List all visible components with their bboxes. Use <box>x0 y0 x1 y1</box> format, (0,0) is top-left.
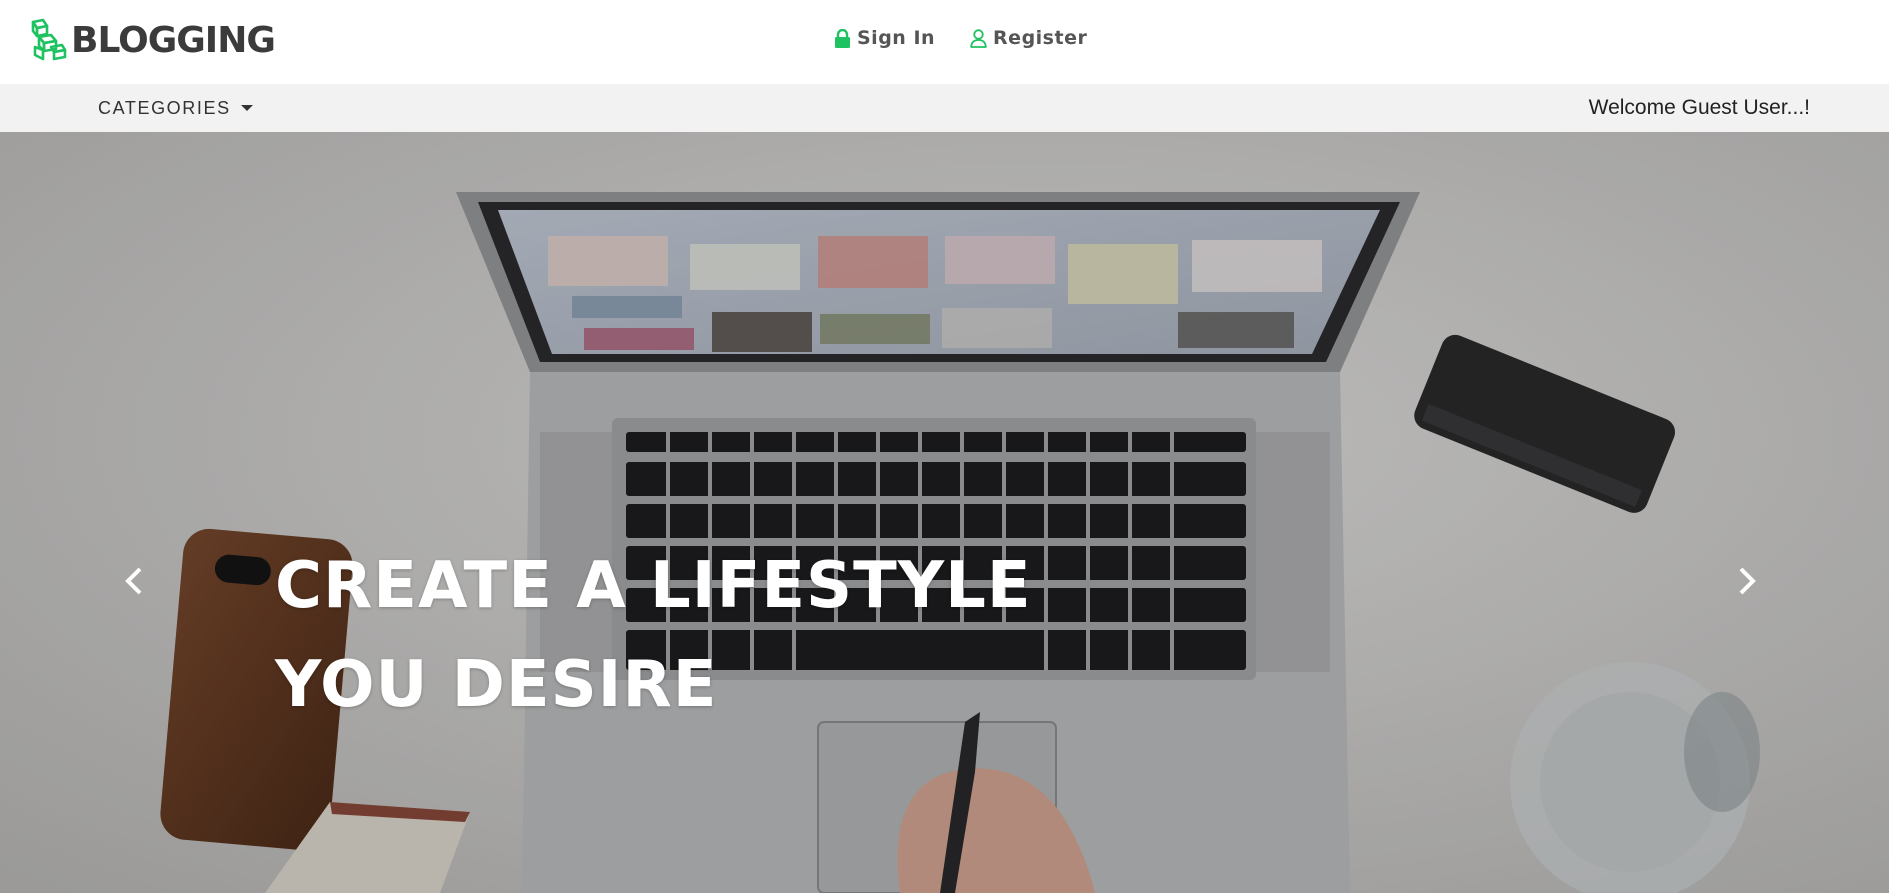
hero-dark-overlay <box>0 132 1889 893</box>
register-label: Register <box>993 27 1088 49</box>
sign-in-label: Sign In <box>857 27 936 49</box>
welcome-message: Welcome Guest User...! <box>1588 96 1810 119</box>
sign-in-link[interactable]: Sign In <box>834 27 935 49</box>
caret-down-icon <box>240 105 253 111</box>
carousel-prev-button[interactable] <box>114 556 154 606</box>
user-icon <box>970 28 987 48</box>
logo-text: BLOGGING <box>71 19 276 61</box>
register-link[interactable]: Register <box>970 27 1087 49</box>
category-bar: CATEGORIES Welcome Guest User...! <box>0 84 1889 132</box>
chevron-left-icon <box>125 567 142 595</box>
hero-title: CREATE A LIFESTYLE YOU DESIRE <box>275 537 1032 735</box>
carousel-next-button[interactable] <box>1727 556 1767 606</box>
categories-label: CATEGORIES <box>98 97 231 118</box>
auth-nav: Sign In Register <box>834 27 1087 49</box>
categories-dropdown[interactable]: CATEGORIES <box>98 84 253 132</box>
hero-carousel: CREATE A LIFESTYLE YOU DESIRE <box>0 132 1889 893</box>
lock-icon <box>835 28 850 48</box>
chevron-right-icon <box>1739 567 1756 595</box>
hero-title-line-1: CREATE A LIFESTYLE <box>275 549 1032 623</box>
blocks-logo-icon <box>31 18 67 61</box>
top-header: BLOGGING Sign In Register <box>0 0 1889 84</box>
site-logo[interactable]: BLOGGING <box>29 17 276 63</box>
hero-title-line-2: YOU DESIRE <box>275 648 718 722</box>
